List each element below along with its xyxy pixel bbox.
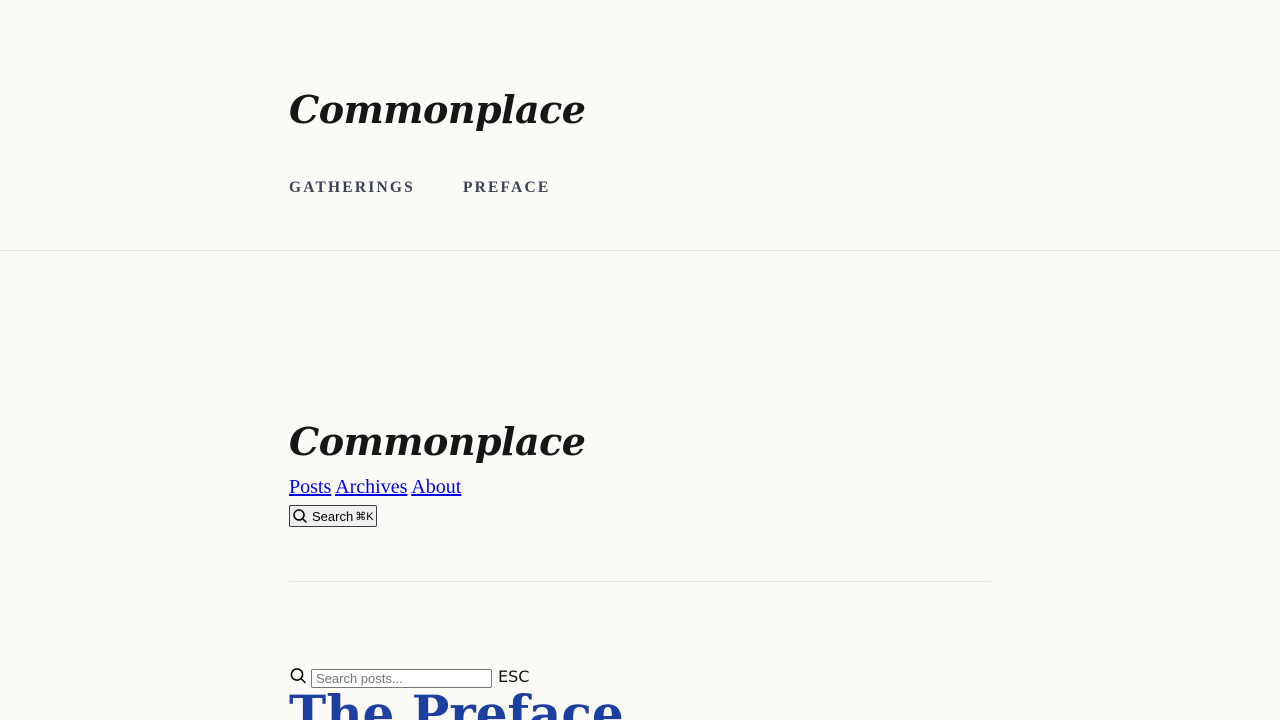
divider — [289, 581, 991, 582]
nav-link-gatherings[interactable]: GATHERINGS — [289, 178, 415, 198]
nav-link-posts[interactable]: Posts — [289, 476, 331, 498]
esc-close-button[interactable]: ESC — [498, 667, 529, 686]
search-button-label: Search — [312, 508, 354, 524]
site-title[interactable]: Commonplace — [289, 84, 586, 136]
secondary-site-title[interactable]: Commonplace — [289, 416, 586, 468]
post-title[interactable]: The Preface — [289, 684, 624, 720]
primary-nav: GATHERINGS PREFACE — [289, 178, 550, 198]
nav-link-about[interactable]: About — [411, 476, 461, 498]
search-button[interactable]: Search ⌘K — [289, 505, 377, 527]
nav-link-archives[interactable]: Archives — [335, 476, 407, 498]
nav-link-preface[interactable]: PREFACE — [463, 178, 550, 198]
site-header: Commonplace GATHERINGS PREFACE — [0, 0, 1280, 251]
search-icon — [289, 667, 307, 685]
search-icon — [292, 508, 308, 524]
secondary-nav: Posts Archives About — [289, 474, 461, 500]
search-shortcut: ⌘K — [355, 510, 374, 523]
page: Commonplace GATHERINGS PREFACE Commonpla… — [0, 0, 1280, 720]
